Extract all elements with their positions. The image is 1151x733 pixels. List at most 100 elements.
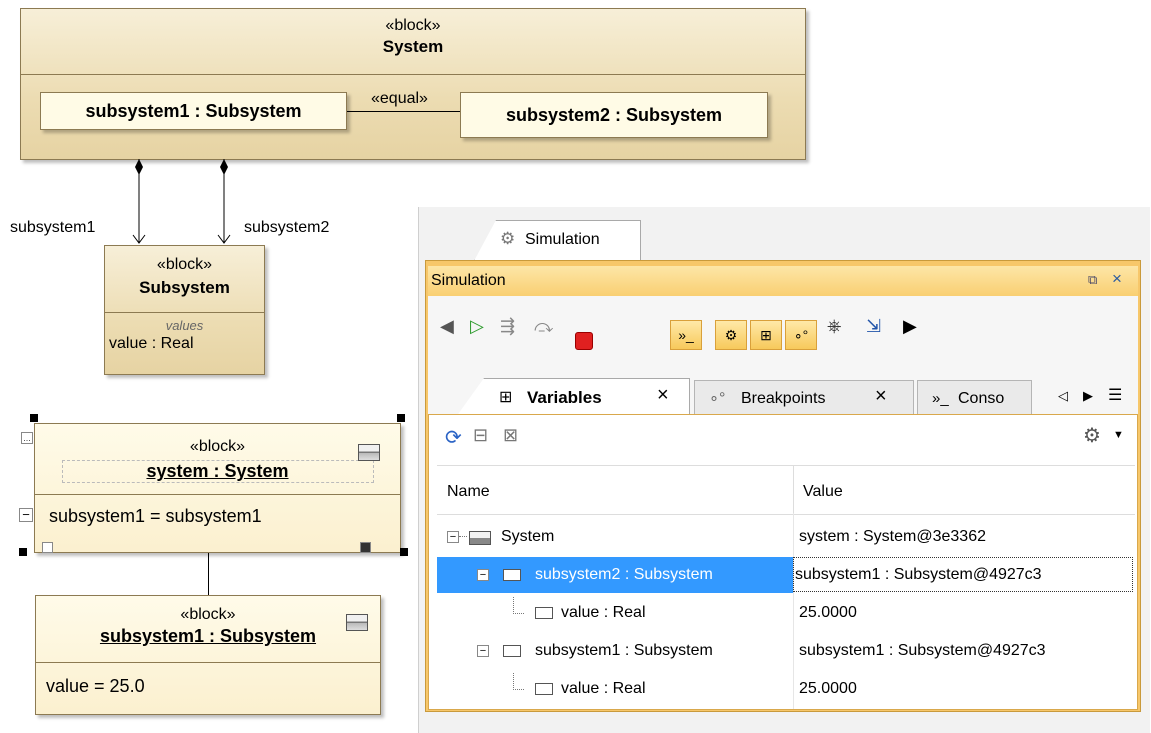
chevron-down-icon[interactable]: ▼: [1113, 429, 1124, 441]
scroll-right-icon[interactable]: ▶: [903, 313, 917, 339]
compartment-divider: [36, 662, 380, 663]
instance-subsystem1[interactable]: «block» subsystem1 : Subsystem value = 2…: [35, 595, 381, 715]
more-icon[interactable]: …: [21, 432, 33, 444]
tab-list-icon[interactable]: ☰: [1108, 385, 1122, 405]
breakpoints-toggle[interactable]: ∘°: [785, 320, 817, 350]
property-icon: [535, 607, 553, 619]
row-name: value : Real: [561, 604, 646, 621]
stereotype-label: «block»: [189, 438, 246, 455]
tab-scroll-left-icon[interactable]: ◁: [1058, 388, 1068, 404]
collapse-toggle[interactable]: −: [477, 569, 489, 581]
stereotype-label: «block»: [156, 256, 213, 273]
shape-icon: [346, 614, 368, 631]
export-icon[interactable]: ⇲: [866, 313, 881, 339]
row-name: subsystem1 : Subsystem: [535, 642, 713, 659]
block-name: Subsystem: [139, 278, 230, 297]
row-value: 25.0000: [799, 680, 857, 697]
variables-view: ⟳ ⊟ ⊠ ⚙ ▼ Name Value − System system : S…: [428, 414, 1138, 710]
role-subsystem2: subsystem2: [244, 219, 330, 236]
row-value: subsystem1 : Subsystem@4927c3: [799, 642, 1046, 659]
breakpoints-icon: ∘°: [709, 390, 726, 407]
tree-line: [513, 597, 524, 614]
run-icon[interactable]: ▷: [470, 313, 484, 339]
tree-line: [459, 536, 467, 537]
instance-system[interactable]: «block» system : System subsystem1 = sub…: [34, 423, 401, 553]
collapse-toggle[interactable]: −: [447, 531, 459, 543]
column-value[interactable]: Value: [803, 483, 843, 501]
simulation-toolbar: ◀ ▷ ⇶ ⤼ »_ ⚙ ⊞ ∘° ⎈ ⇲ ▶: [428, 296, 1138, 374]
row-value: 25.0000: [799, 604, 857, 621]
resize-handle-br[interactable]: [400, 548, 408, 556]
part-subsystem2[interactable]: subsystem2 : Subsystem: [460, 92, 768, 138]
collapse-toggle[interactable]: −: [19, 508, 33, 522]
tab-label: Simulation: [525, 231, 600, 248]
block-icon: [469, 531, 491, 545]
tab-simulation[interactable]: ⚙ Simulation: [474, 220, 641, 261]
close-tab-icon[interactable]: ×: [657, 384, 669, 407]
view-title: Simulation: [431, 272, 506, 289]
column-name[interactable]: Name: [447, 483, 490, 501]
row-name: subsystem2 : Subsystem: [535, 566, 713, 583]
tab-console[interactable]: »_ Conso: [917, 380, 1032, 417]
table-row[interactable]: value : Real 25.0000: [437, 595, 1135, 631]
console-toggle[interactable]: »_: [670, 320, 702, 350]
table-header: Name Value: [437, 465, 1135, 515]
collapse-toggle[interactable]: −: [477, 645, 489, 657]
row-name: System: [501, 528, 555, 545]
tab-scroll-right-icon[interactable]: ▶: [1083, 388, 1093, 404]
variables-icon: ⊞: [499, 389, 513, 406]
composition-connectors: [132, 159, 231, 244]
inner-tab-bar: ⊞ Variables × ∘° Breakpoints × »_ Conso …: [428, 374, 1138, 417]
equal-label: «equal»: [371, 90, 428, 107]
block-name: System: [382, 37, 444, 56]
variables-toggle[interactable]: ⊞: [750, 320, 782, 350]
value-property: value : Real: [109, 335, 194, 352]
compartment-title: values: [165, 318, 204, 333]
tab-breakpoints[interactable]: ∘° Breakpoints ×: [694, 380, 914, 417]
part-subsystem1[interactable]: subsystem1 : Subsystem: [40, 92, 347, 130]
link-connector[interactable]: [208, 553, 209, 595]
gear-icon: ⚙: [500, 229, 516, 248]
restore-icon[interactable]: ⧉: [1088, 272, 1097, 288]
corner-icon-right[interactable]: [360, 542, 371, 553]
row-value: system : System@3e3362: [799, 528, 986, 545]
tab-variables[interactable]: ⊞ Variables ×: [456, 378, 690, 417]
instance-name: subsystem1 : Subsystem: [99, 626, 317, 646]
row-value: subsystem1 : Subsystem@4927c3: [795, 566, 1042, 583]
resize-handle-bl[interactable]: [19, 548, 27, 556]
slot-value: subsystem1 = subsystem1: [49, 506, 262, 526]
table-row[interactable]: value : Real 25.0000: [437, 671, 1135, 707]
refresh-icon[interactable]: ⟳: [445, 425, 462, 450]
compartment-divider: [21, 74, 805, 75]
table-row[interactable]: − subsystem1 : Subsystem subsystem1 : Su…: [437, 633, 1135, 669]
gear-toggle[interactable]: ⚙: [715, 320, 747, 350]
settings-icon[interactable]: ⚙: [1083, 423, 1101, 448]
slot-value: value = 25.0: [46, 676, 145, 696]
subsystem-block[interactable]: «block» Subsystem values value : Real: [104, 245, 265, 375]
shape-icon: [358, 444, 380, 461]
compartment-divider: [105, 312, 264, 313]
expand-all-icon[interactable]: ⊟: [473, 425, 488, 446]
part-icon: [503, 569, 521, 581]
collapse-all-icon[interactable]: ⊠: [503, 425, 518, 446]
resize-handle-tl[interactable]: [30, 414, 38, 422]
resize-handle-tr[interactable]: [397, 414, 405, 422]
instance-name: system : System: [61, 460, 374, 483]
equal-connector[interactable]: [347, 111, 460, 112]
property-icon: [535, 683, 553, 695]
row-name: value : Real: [561, 680, 646, 697]
close-icon[interactable]: ×: [1112, 269, 1122, 289]
scroll-left-icon[interactable]: ◀: [440, 313, 454, 339]
column-divider[interactable]: [793, 466, 794, 514]
step-over-icon[interactable]: ⤼: [534, 313, 553, 339]
table-row-selected[interactable]: − subsystem2 : Subsystem subsystem1 : Su…: [437, 557, 1135, 593]
stop-icon[interactable]: [575, 332, 593, 350]
table-row[interactable]: − System system : System@3e3362: [437, 519, 1135, 555]
lock-icon[interactable]: ⎈: [827, 313, 841, 339]
view-titlebar: Simulation ⧉ ×: [428, 266, 1138, 296]
close-tab-icon[interactable]: ×: [875, 385, 887, 408]
corner-icon-left[interactable]: [42, 542, 53, 553]
tab-label: Breakpoints: [741, 390, 826, 407]
tree-line: [513, 673, 524, 690]
step-into-icon[interactable]: ⇶: [500, 313, 515, 339]
